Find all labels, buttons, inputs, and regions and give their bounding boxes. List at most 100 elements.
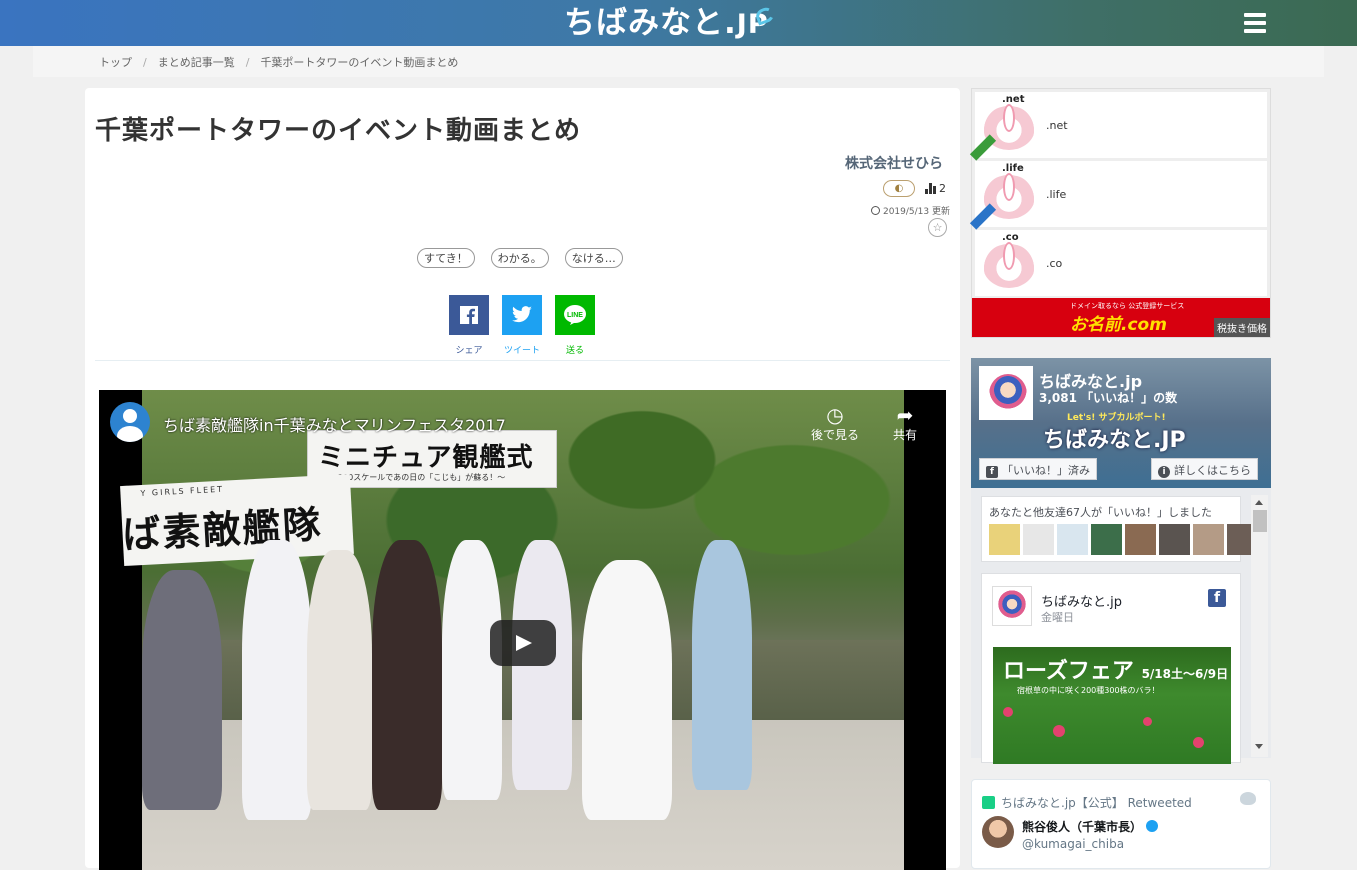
facebook-icon[interactable]: f: [1208, 589, 1226, 607]
avatar[interactable]: [1193, 524, 1224, 555]
ad-ribbon: [969, 203, 997, 230]
breadcrumb-separator: /: [245, 56, 250, 69]
avatar[interactable]: [1159, 524, 1190, 555]
retweeter-name[interactable]: ちばみなと.jp【公式】: [1001, 796, 1124, 810]
play-icon[interactable]: [490, 620, 556, 666]
page-avatar[interactable]: [979, 366, 1033, 420]
banner-main-text: ミニチュア観艦式: [318, 443, 534, 473]
ad-domain-row[interactable]: .net .net: [969, 92, 1267, 161]
avatar[interactable]: [1057, 524, 1088, 555]
ad-domain-label: .life: [1002, 163, 1024, 174]
clock-icon: [870, 206, 880, 215]
youtube-video-player[interactable]: ミニチュア観艦式 200スケールであの日の「こじも」が蘇る！〜 Y GIRLS …: [99, 390, 946, 870]
ad-domain-row[interactable]: .co .co: [975, 230, 1267, 296]
reaction-suteki-button[interactable]: すてき！: [417, 248, 475, 268]
updated-date: 2019/5/13 更新: [870, 204, 950, 217]
twitter-bird-icon[interactable]: [1240, 792, 1256, 805]
breadcrumb-item-list[interactable]: まとめ記事一覧: [158, 56, 235, 69]
avatar[interactable]: [1125, 524, 1156, 555]
ad-banner[interactable]: ドメイン取るなら 公式登録サービス お名前.com 税抜き価格: [972, 298, 1270, 337]
thumbnail-banner-left: Y GIRLS FLEET ば素敵艦隊: [120, 474, 354, 566]
channel-avatar-icon[interactable]: [110, 402, 150, 442]
reaction-buttons: すてき！ わかる。 なける…: [417, 248, 623, 268]
breadcrumb: トップ / まとめ記事一覧 / 千葉ポートタワーのイベント動画まとめ: [99, 54, 458, 70]
hamburger-icon[interactable]: [1244, 13, 1266, 33]
breadcrumb-item-top[interactable]: トップ: [99, 56, 132, 69]
twitter-share-button[interactable]: ツイート: [502, 295, 542, 356]
fb-post-author[interactable]: ちばみなと.jp: [1041, 591, 1122, 610]
retweeted-label: Retweeted: [1127, 796, 1192, 810]
line-share-label: 送る: [565, 346, 584, 356]
ad-tax-label: 税抜き価格: [1214, 318, 1270, 337]
share-buttons: シェア ツイート LINE 送る: [449, 295, 595, 356]
rose-fair-dates: 5/18土〜6/9日: [1141, 667, 1229, 681]
article-card: 千葉ポートタワーのイベント動画まとめ 株式会社せひら ◐ 2 2019/5/13…: [85, 88, 960, 870]
fb-like-count: 3,081 「いいね！」の数: [1039, 391, 1178, 405]
avatar[interactable]: [1023, 524, 1054, 555]
facebook-share-button[interactable]: シェア: [449, 295, 489, 356]
banner-left-sub: Y GIRLS FLEET: [140, 484, 225, 499]
star-icon[interactable]: ☆: [928, 218, 947, 237]
view-count: 2: [925, 182, 946, 195]
video-share-button[interactable]: ➦ 共有: [893, 404, 917, 443]
scroll-down-icon[interactable]: [1255, 744, 1263, 749]
fb-liked-button[interactable]: f 「いいね！」済み: [979, 458, 1097, 480]
banner-sub-text: 200スケールであの日の「こじも」が蘇る！〜: [338, 473, 506, 482]
ad-domain-name: .life: [1046, 188, 1067, 201]
site-header: ちばみなと.JP: [0, 0, 1357, 46]
scroll-thumb[interactable]: [1253, 510, 1267, 532]
facebook-page-widget: ちばみなと.jp 3,081 「いいね！」の数 Let's! サブカルボート! …: [971, 358, 1271, 764]
facebook-icon: f: [986, 466, 998, 478]
fb-friends-box: あなたと他友達67人が「いいね！」しました: [981, 496, 1258, 562]
fb-more-button[interactable]: i 詳しくはこちら: [1151, 458, 1258, 480]
ad-domain-name: .co: [1046, 257, 1063, 270]
clock-icon: ◷: [826, 403, 844, 427]
line-icon-label: LINE: [567, 312, 583, 319]
fb-post-image[interactable]: ローズフェア 5/18土〜6/9日 宿根草の中に咲く200種300株のバラ！: [993, 647, 1231, 764]
reaction-wakaru-button[interactable]: わかる。: [490, 248, 549, 268]
info-icon: i: [1158, 466, 1170, 478]
reaction-nakeru-button[interactable]: なける…: [564, 248, 623, 268]
breadcrumb-separator: /: [143, 56, 147, 69]
tweet-handle[interactable]: @kumagai_chiba: [1022, 837, 1124, 851]
watch-later-button[interactable]: ◷ 後で見る: [811, 404, 859, 443]
facebook-icon: [449, 295, 489, 335]
scroll-up-icon[interactable]: [1255, 500, 1263, 505]
fb-post-date[interactable]: 金曜日: [1041, 609, 1074, 625]
site-logo[interactable]: ちばみなと.JP: [564, 4, 777, 42]
divider: [95, 360, 950, 361]
updated-text: 2019/5/13 更新: [882, 207, 950, 217]
avatar[interactable]: [982, 816, 1014, 848]
breadcrumb-item-current: 千葉ポートタワーのイベント動画まとめ: [260, 56, 459, 69]
fb-post[interactable]: ちばみなと.jp 金曜日 f ローズフェア 5/18土〜6/9日 宿根草の中に咲…: [981, 573, 1241, 764]
avatar[interactable]: [992, 586, 1032, 626]
twitter-share-label: ツイート: [503, 346, 540, 356]
page-title: 千葉ポートタワーのイベント動画まとめ: [95, 116, 582, 146]
facebook-cover[interactable]: ちばみなと.jp 3,081 「いいね！」の数 Let's! サブカルボート! …: [971, 358, 1271, 488]
ad-domain-name: .net: [1046, 119, 1068, 132]
sidebar-ad[interactable]: ▷ .net .net .life .life .co .co ドメイン取るなら…: [969, 88, 1271, 338]
video-title[interactable]: ちば素敵艦隊in千葉みなとマリンフェスタ2017: [163, 412, 506, 436]
rose-fair-sub: 宿根草の中に咲く200種300株のバラ！: [1017, 686, 1160, 695]
breadcrumb-bar: トップ / まとめ記事一覧 / 千葉ポートタワーのイベント動画まとめ: [33, 46, 1324, 77]
ad-domain-row[interactable]: .life .life: [969, 161, 1267, 230]
logo-text: ちばみなと.: [564, 5, 737, 41]
rose-fair-title: ローズフェア: [1003, 659, 1134, 684]
fb-friends-text: あなたと他友達67人が「いいね！」しました: [989, 506, 1212, 519]
tweet-author[interactable]: 熊谷俊人（千葉市長）: [1022, 818, 1159, 835]
verified-badge-icon: [1146, 820, 1159, 832]
fb-cover-logo: ちばみなと.JP: [1043, 428, 1186, 453]
line-icon: LINE: [555, 295, 595, 335]
fb-liked-label: 「いいね！」済み: [1002, 464, 1090, 477]
avatar[interactable]: [989, 524, 1020, 555]
view-count-value: 2: [939, 182, 946, 195]
ad-ribbon: [969, 134, 997, 161]
ad-banner-brand: お名前.com: [1070, 315, 1167, 335]
twitter-timeline-widget: ちばみなと.jp【公式】 Retweeted 熊谷俊人（千葉市長） @kumag…: [971, 779, 1271, 869]
eye-icon[interactable]: ◐: [883, 180, 915, 197]
avatar[interactable]: [1091, 524, 1122, 555]
fb-scrollbar[interactable]: [1251, 495, 1268, 757]
retweet-icon: [982, 796, 995, 809]
line-share-button[interactable]: LINE 送る: [555, 295, 595, 356]
author-link[interactable]: 株式会社せひら: [845, 153, 943, 173]
